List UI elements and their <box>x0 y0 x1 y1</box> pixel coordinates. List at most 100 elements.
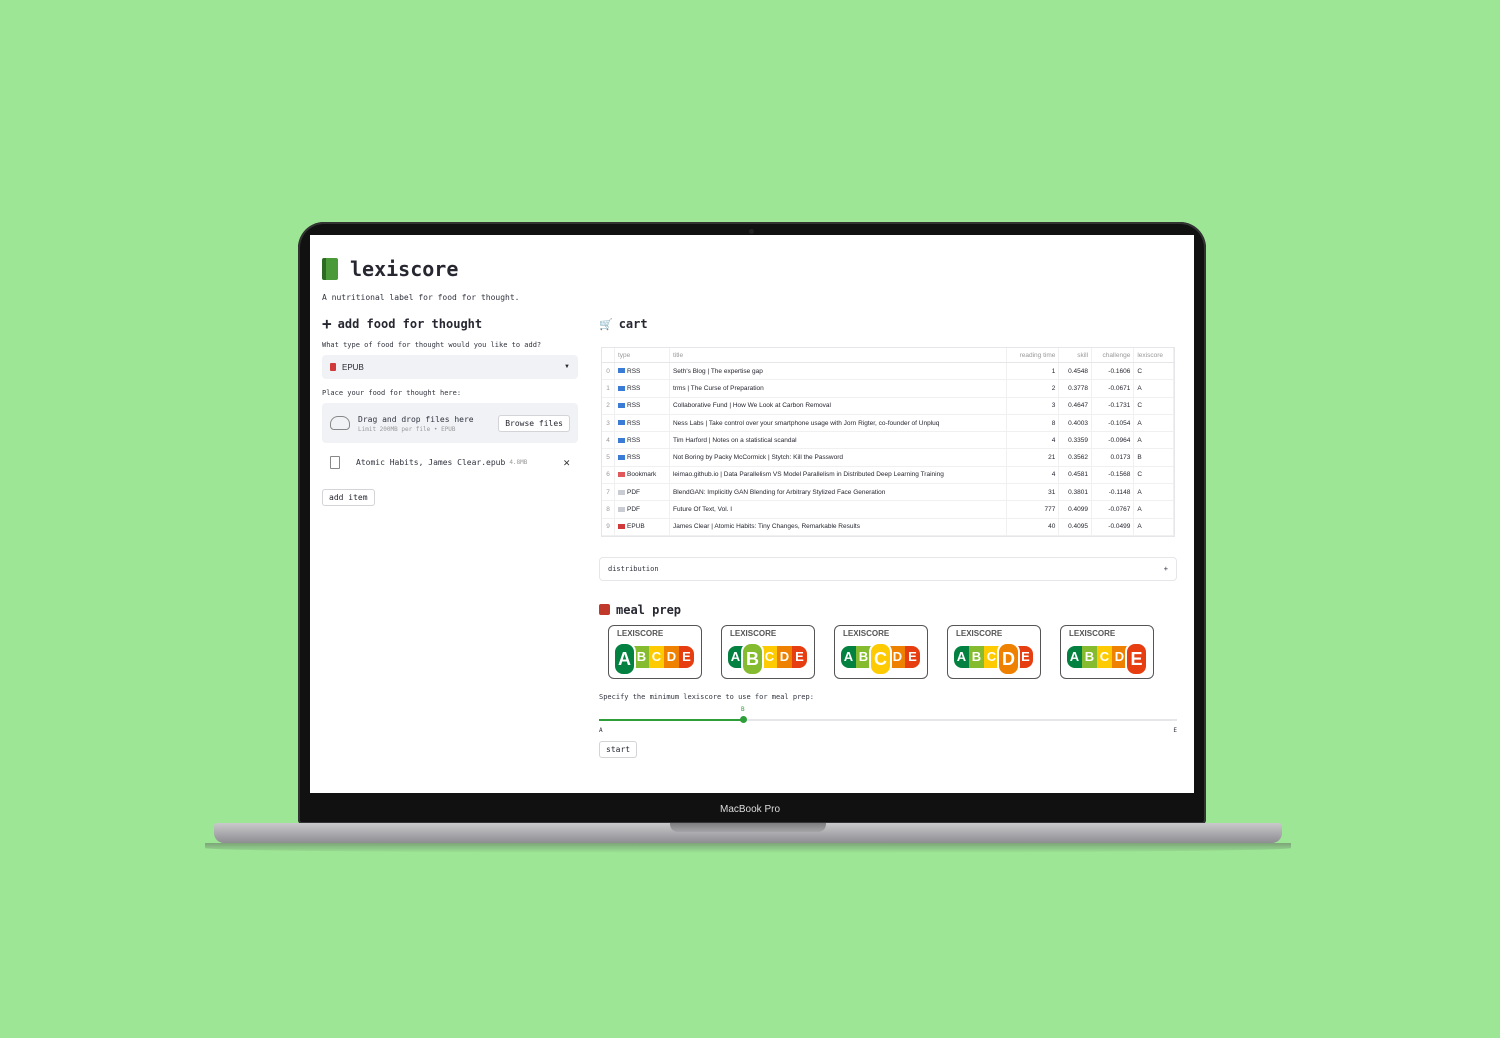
grade-d: D <box>664 645 679 668</box>
table-row[interactable]: 4 RSS Tim Harford | Notes on a statistical… <box>602 431 1174 450</box>
challenge-cell: -0.0671 <box>1091 379 1135 398</box>
table-row[interactable]: 8 PDF Future Of Text, Vol. I 777 0.4099 -0.07… <box>602 500 1174 519</box>
type-icon <box>618 506 625 512</box>
column-header[interactable]: type <box>614 348 670 363</box>
add-panel: + add food for thought What type of food… <box>322 316 578 506</box>
index-header <box>602 348 615 363</box>
table-row[interactable]: 9 EPUB James Clear | Atomic Habits: Tiny C… <box>602 518 1174 536</box>
table-header: type title reading time skill challenge … <box>602 348 1174 363</box>
expander-label: distribution <box>608 564 659 573</box>
reading-time-cell: 4 <box>1006 466 1060 485</box>
lexiscore-label-a: LEXISCORE A B C D E <box>608 624 702 679</box>
slider-fill <box>599 718 743 721</box>
table-row[interactable]: 0 RSS Seth's Blog | The expertise gap 1 0.45… <box>602 362 1174 381</box>
row-index: 7 <box>602 483 615 502</box>
type-text: RSS <box>627 436 641 444</box>
page-subtitle: A nutritional label for food for thought… <box>322 293 520 302</box>
cart-icon: 🛒 <box>599 317 613 331</box>
skill-cell: 0.4647 <box>1058 397 1093 415</box>
cart-heading: 🛒 cart <box>599 317 1177 331</box>
table-row[interactable]: 5 RSS Not Boring by Packy McCormick | Styt… <box>602 448 1174 467</box>
lexiscore-cell: A <box>1133 500 1174 519</box>
title-cell: Future Of Text, Vol. I <box>669 500 1008 519</box>
challenge-cell: 0.0173 <box>1091 448 1135 467</box>
add-item-button[interactable]: add item <box>322 489 375 506</box>
column-header[interactable]: title <box>669 348 1008 363</box>
challenge-cell: -0.1568 <box>1091 466 1135 485</box>
type-cell: RSS <box>614 362 670 381</box>
column-header[interactable]: reading time <box>1006 348 1060 363</box>
type-icon <box>618 385 625 391</box>
file-dropzone[interactable]: Drag and drop files here Limit 200MB per… <box>322 403 578 443</box>
type-cell: RSS <box>614 397 670 415</box>
meal-prep-heading-text: meal prep <box>616 602 682 617</box>
skill-cell: 0.4095 <box>1058 518 1093 536</box>
grade-c: C <box>649 645 664 668</box>
lexiscore-cell: A <box>1133 431 1174 450</box>
type-cell: Bookmark <box>614 466 670 485</box>
grade-c: C <box>869 641 892 676</box>
type-icon <box>618 489 625 495</box>
type-icon <box>618 524 625 530</box>
table-row[interactable]: 1 RSS trms | The Curse of Preparation 2 0.37… <box>602 379 1174 398</box>
file-name: Atomic Habits, James Clear.epub <box>356 457 506 467</box>
start-button[interactable]: start <box>599 740 638 758</box>
green-book-icon <box>322 258 338 280</box>
title-cell: Not Boring by Packy McCormick | Stytch: … <box>669 448 1008 467</box>
reading-time-cell: 31 <box>1006 483 1060 502</box>
cart-panel: 🛒 cart type title reading time skill cha… <box>599 317 1177 758</box>
column-header[interactable]: skill <box>1058 348 1093 363</box>
app-screen: lexiscore A nutritional label for food f… <box>310 235 1194 793</box>
challenge-cell: -0.1606 <box>1091 362 1135 381</box>
grade-row: ABCDE <box>728 641 807 676</box>
skill-cell: 0.3562 <box>1058 448 1093 467</box>
type-text: PDF <box>627 488 640 496</box>
label-title: LEXISCORE <box>730 628 777 638</box>
table-row[interactable]: 7 PDF BlendGAN: Implicitly GAN Blending fo… <box>602 483 1174 502</box>
reading-time-cell: 4 <box>1006 431 1060 450</box>
slider-min-label: A <box>599 726 603 734</box>
challenge-cell: -0.1148 <box>1091 483 1135 502</box>
label-title: LEXISCORE <box>617 628 664 638</box>
lexiscore-cell: B <box>1133 448 1174 467</box>
laptop-notch <box>670 823 826 832</box>
close-icon[interactable]: ✕ <box>563 456 570 469</box>
table-row[interactable]: 2 RSS Collaborative Fund | How We Look at … <box>602 397 1174 415</box>
type-cell: RSS <box>614 414 670 433</box>
title-cell: Seth's Blog | The expertise gap <box>669 362 1008 381</box>
column-header[interactable]: challenge <box>1091 348 1135 363</box>
skill-cell: 0.4581 <box>1058 466 1093 485</box>
grade-b: B <box>969 645 984 668</box>
row-index: 6 <box>602 466 615 485</box>
expand-icon: + <box>1163 564 1168 573</box>
distribution-expander[interactable]: distribution + <box>599 556 1177 581</box>
bento-icon <box>599 604 610 616</box>
grade-a: A <box>613 641 636 676</box>
skill-cell: 0.4548 <box>1058 362 1093 381</box>
lexiscore-cell: C <box>1133 397 1174 415</box>
row-index: 2 <box>602 397 615 415</box>
lexiscore-cell: C <box>1133 362 1174 381</box>
grade-d: D <box>777 645 792 668</box>
slider-prompt: Specify the minimum lexiscore to use for… <box>599 692 814 701</box>
table-row[interactable]: 6 Bookmark leimao.github.io | Data Paralle… <box>602 466 1174 485</box>
type-text: Bookmark <box>627 471 657 479</box>
lexiscore-label-e: LEXISCORE A B C D E <box>1060 624 1154 679</box>
grade-e: E <box>905 645 920 668</box>
min-lexiscore-slider[interactable]: B A E <box>599 706 1177 734</box>
title-cell: James Clear | Atomic Habits: Tiny Change… <box>669 518 1008 536</box>
lexiscore-cell: A <box>1133 518 1174 536</box>
reading-time-cell: 777 <box>1006 500 1060 519</box>
grade-row: ABCDE <box>613 641 694 676</box>
type-select[interactable]: EPUB ▼ <box>322 355 578 379</box>
file-icon <box>330 455 340 469</box>
row-index: 0 <box>602 362 615 381</box>
table-row[interactable]: 3 RSS Ness Labs | Take control over your s… <box>602 414 1174 433</box>
column-header[interactable]: lexiscore <box>1133 348 1174 363</box>
type-prompt: What type of food for thought would you … <box>322 341 542 349</box>
label-title: LEXISCORE <box>956 628 1003 638</box>
grade-e: E <box>1018 645 1033 668</box>
slider-thumb[interactable] <box>740 715 747 723</box>
type-text: PDF <box>627 506 640 514</box>
browse-files-button[interactable]: Browse files <box>498 414 570 432</box>
